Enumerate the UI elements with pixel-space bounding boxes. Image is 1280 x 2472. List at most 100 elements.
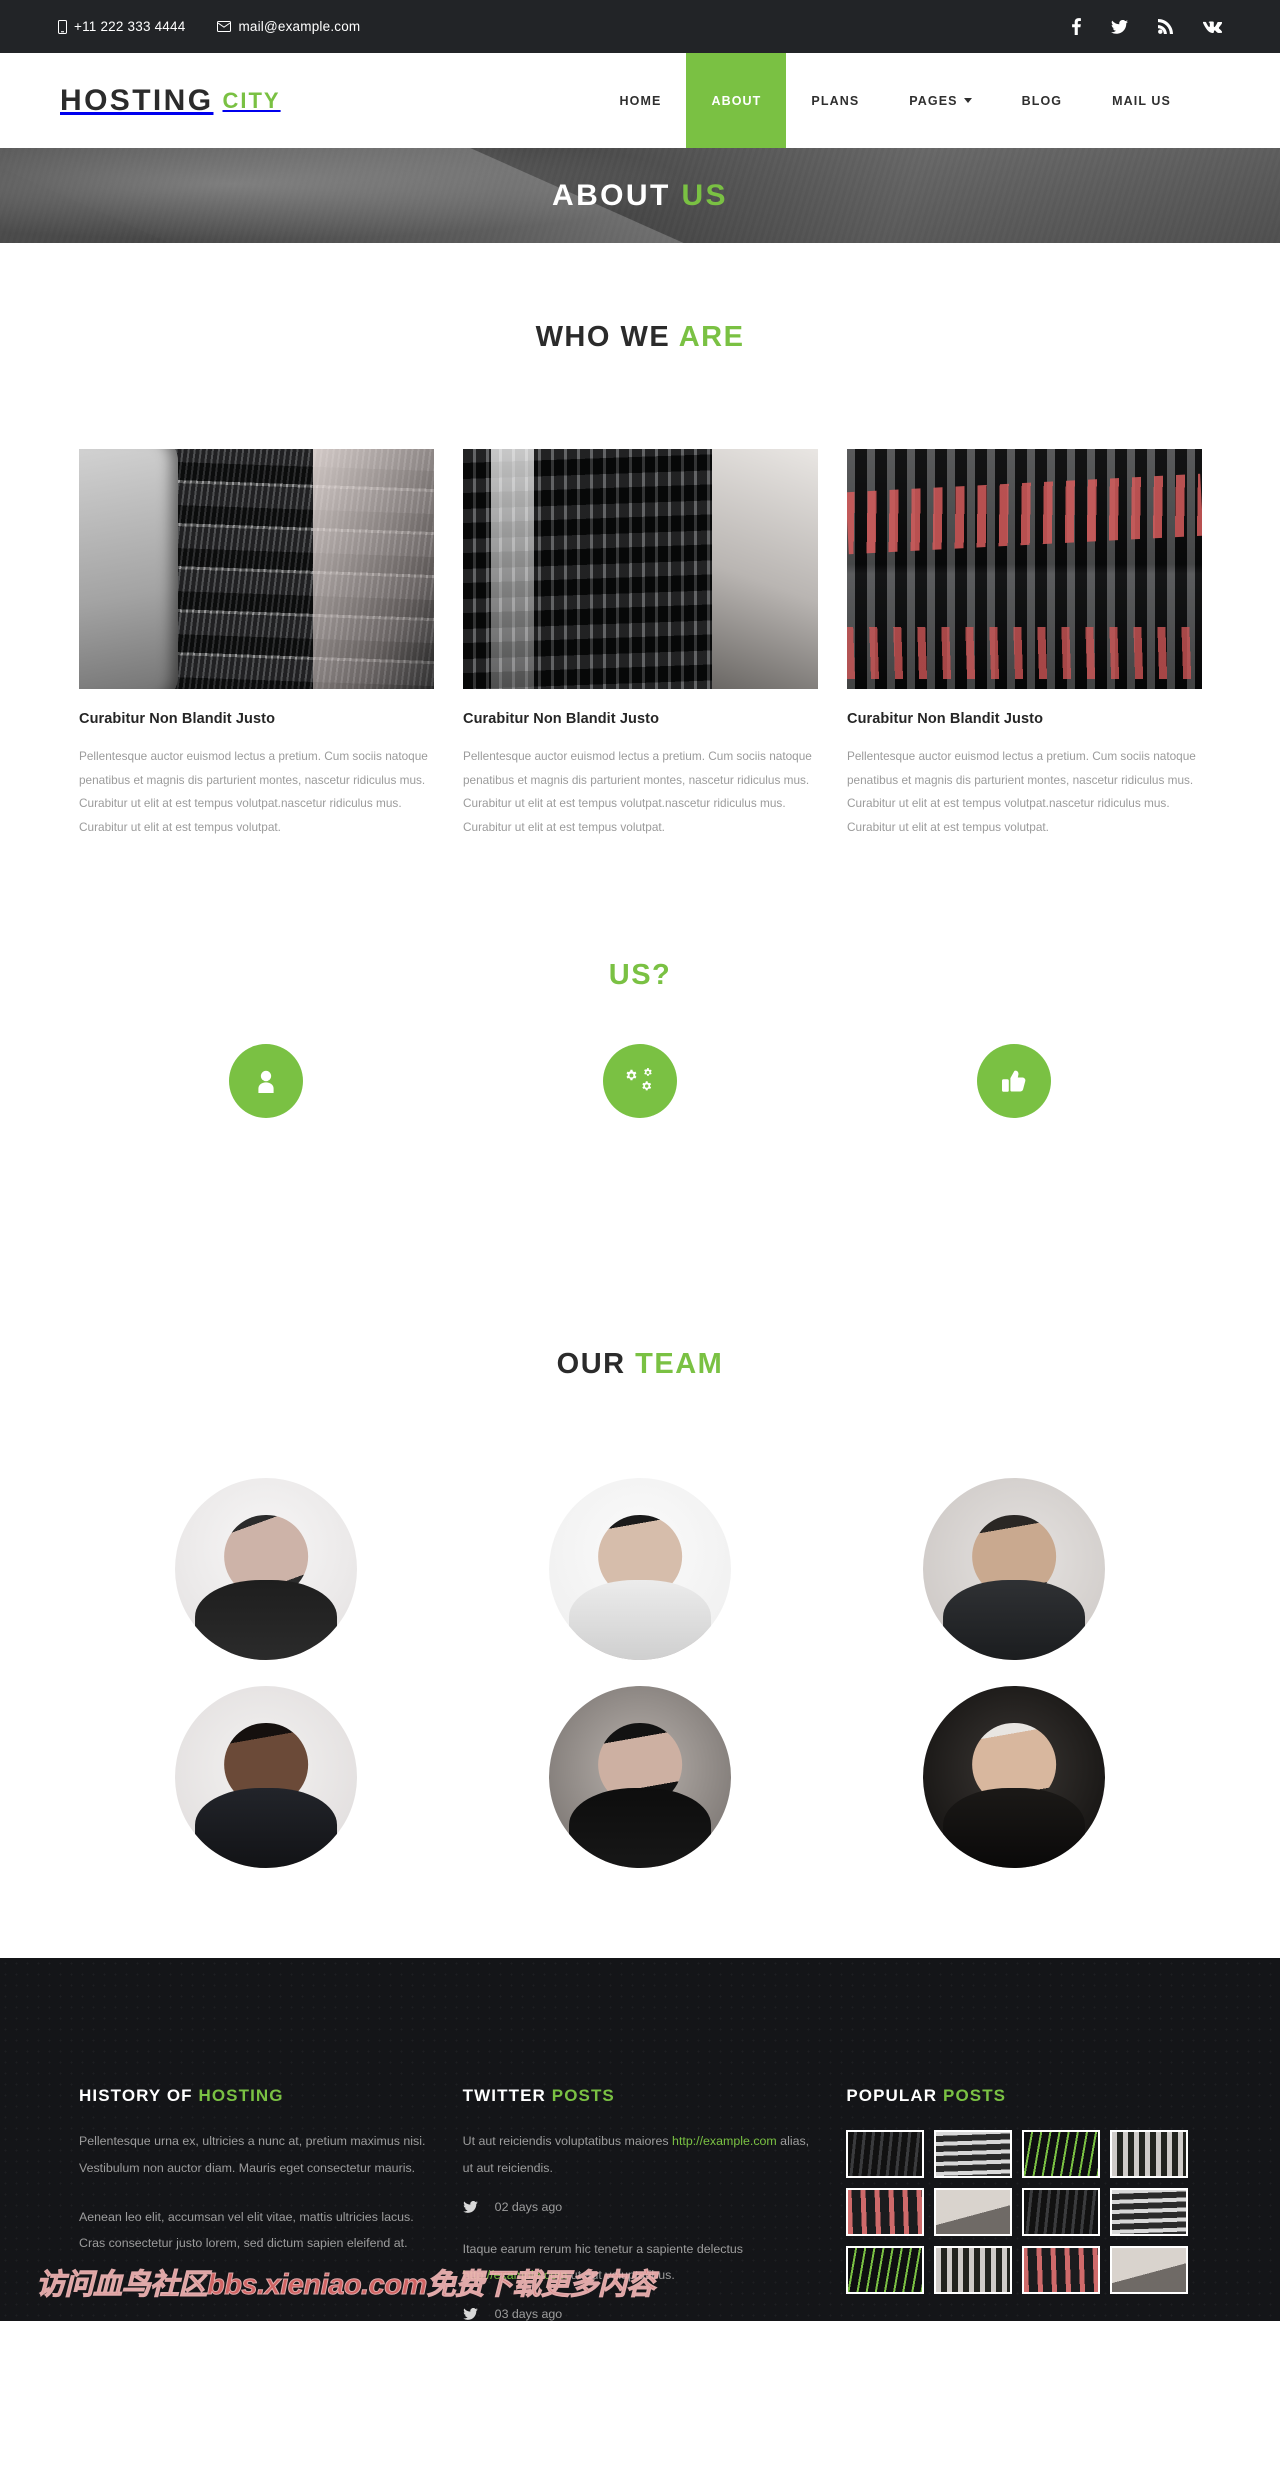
why-us-section: US? bbox=[0, 839, 1280, 1119]
team-member-4 bbox=[175, 1686, 357, 1869]
twitter-heading: TWITTER POSTS bbox=[463, 2086, 818, 2106]
popular-thumb[interactable] bbox=[1022, 2130, 1101, 2179]
card-text: Pellentesque auctor euismod lectus a pre… bbox=[463, 749, 812, 834]
cogs-icon bbox=[626, 1068, 654, 1094]
email-address: mail@example.com bbox=[238, 19, 361, 34]
nav-label: MAIL US bbox=[1112, 93, 1171, 108]
popular-thumb[interactable] bbox=[846, 2246, 925, 2295]
feature-item bbox=[827, 1044, 1201, 1119]
popular-thumb[interactable] bbox=[934, 2188, 1013, 2237]
our-team-section: OUR TEAM bbox=[0, 1118, 1280, 1869]
site-footer: HISTORY OF HOSTING Pellentesque urna ex,… bbox=[0, 1958, 1280, 2322]
why-us-heading: US? bbox=[0, 959, 1280, 992]
popular-thumb[interactable] bbox=[1022, 2188, 1101, 2237]
site-logo[interactable]: HOSTING CITY bbox=[0, 53, 281, 148]
rss-icon[interactable] bbox=[1158, 19, 1173, 34]
popular-thumb[interactable] bbox=[1110, 2130, 1189, 2179]
mobile-icon bbox=[58, 19, 67, 34]
phone-number: +11 222 333 4444 bbox=[74, 19, 186, 34]
info-card: Curabitur Non Blandit Justo Pellentesque… bbox=[847, 449, 1202, 839]
nav-item-home[interactable]: HOME bbox=[595, 53, 687, 148]
popular-thumb[interactable] bbox=[846, 2188, 925, 2237]
feature-item bbox=[79, 1044, 453, 1119]
nav-item-about[interactable]: ABOUT bbox=[686, 53, 787, 148]
thumbs-up-icon bbox=[1002, 1069, 1026, 1093]
feature-item bbox=[453, 1044, 827, 1119]
popular-thumb[interactable] bbox=[846, 2130, 925, 2179]
facebook-icon[interactable] bbox=[1072, 18, 1081, 35]
team-row bbox=[79, 1478, 1201, 1661]
heading-main: OUR bbox=[556, 1348, 626, 1381]
tweet-text-before: Itaque earum rerum hic tenetur a sapient… bbox=[462, 2241, 743, 2256]
watermark-text: 访问血鸟社区bbs.xieniao.com免费下载更多内容 bbox=[36, 2269, 656, 2302]
nav-item-blog[interactable]: BLOG bbox=[997, 53, 1088, 148]
nav-item-plans[interactable]: PLANS bbox=[786, 53, 884, 148]
avatar-body bbox=[943, 1788, 1085, 1869]
team-member[interactable] bbox=[827, 1478, 1201, 1661]
nav-item-mail-us[interactable]: MAIL US bbox=[1087, 53, 1196, 148]
vk-icon[interactable] bbox=[1203, 20, 1222, 33]
tweet-text-before: Ut aut reiciendis voluptatibus maiores bbox=[462, 2134, 673, 2149]
team-member[interactable] bbox=[453, 1686, 827, 1869]
feature-icon-circle[interactable] bbox=[977, 1044, 1051, 1119]
nav-label: ABOUT bbox=[711, 93, 762, 108]
card-text: Pellentesque auctor euismod lectus a pre… bbox=[847, 749, 1196, 834]
nav-label: PLANS bbox=[811, 93, 860, 108]
team-member[interactable] bbox=[79, 1478, 453, 1661]
network-cables-photo bbox=[847, 449, 1202, 689]
nav-menu: HOME ABOUT PLANS PAGES BLOG MAIL US bbox=[595, 53, 1280, 148]
popular-thumb[interactable] bbox=[934, 2246, 1013, 2295]
main-navigation: HOSTING CITY HOME ABOUT PLANS PAGES BLOG… bbox=[0, 53, 1280, 148]
popular-thumb[interactable] bbox=[934, 2130, 1013, 2179]
tweet-meta: 02 days ago bbox=[462, 2199, 818, 2214]
team-member-3 bbox=[923, 1478, 1105, 1661]
card-title: Curabitur Non Blandit Justo bbox=[79, 711, 276, 727]
popular-thumb[interactable] bbox=[1022, 2246, 1101, 2295]
tweet-link[interactable]: http://example.com bbox=[672, 2134, 777, 2148]
twitter-post: Ut aut reiciendis voluptatibus maiores h… bbox=[463, 2128, 818, 2181]
page-title-accent: US bbox=[681, 178, 728, 212]
avatar-body bbox=[195, 1580, 337, 1661]
twitter-icon bbox=[462, 2308, 478, 2320]
tweet-meta: 03 days ago bbox=[462, 2307, 818, 2322]
heading-accent: HOSTING bbox=[198, 2086, 284, 2106]
heading-main: HISTORY OF bbox=[79, 2086, 193, 2106]
page-title: ABOUT US bbox=[552, 179, 728, 213]
twitter-icon[interactable] bbox=[1111, 19, 1128, 34]
user-icon bbox=[255, 1069, 277, 1094]
heading-accent: POSTS bbox=[551, 2086, 615, 2106]
heading-accent: US? bbox=[608, 959, 672, 992]
who-we-are-cards: Curabitur Non Blandit Justo Pellentesque… bbox=[79, 449, 1202, 839]
popular-thumb[interactable] bbox=[1110, 2246, 1189, 2295]
who-we-are-section: WHO WE ARE Curabitur Non Blandit Justo P… bbox=[0, 243, 1280, 839]
nav-label: HOME bbox=[619, 93, 662, 108]
page-title-main: ABOUT bbox=[552, 178, 671, 212]
history-paragraph-2: Aenean leo elit, accumsan vel elit vitae… bbox=[79, 2209, 414, 2251]
team-member-6 bbox=[923, 1686, 1105, 1869]
tweet-time: 02 days ago bbox=[494, 2199, 563, 2214]
twitter-icon bbox=[462, 2200, 478, 2213]
avatar-body bbox=[195, 1788, 337, 1869]
card-title: Curabitur Non Blandit Justo bbox=[847, 711, 1044, 727]
avatar-body bbox=[569, 1580, 711, 1661]
nav-item-pages[interactable]: PAGES bbox=[884, 53, 996, 148]
phone-contact[interactable]: +11 222 333 4444 bbox=[58, 19, 185, 34]
data-center-photo bbox=[463, 449, 818, 689]
social-links bbox=[1072, 18, 1222, 35]
tweet-time: 03 days ago bbox=[494, 2307, 563, 2322]
heading-main: POPULAR bbox=[846, 2086, 938, 2106]
footer-popular-column: POPULAR POSTS bbox=[846, 2086, 1201, 2321]
team-member[interactable] bbox=[79, 1686, 453, 1869]
team-member[interactable] bbox=[827, 1686, 1201, 1869]
history-paragraph-1: Pellentesque urna ex, ultricies a nunc a… bbox=[79, 2134, 426, 2176]
feature-icon-circle[interactable] bbox=[229, 1044, 303, 1119]
info-card: Curabitur Non Blandit Justo Pellentesque… bbox=[463, 449, 818, 839]
email-contact[interactable]: mail@example.com bbox=[217, 19, 360, 34]
feature-icon-circle[interactable] bbox=[603, 1044, 677, 1119]
avatar-body bbox=[569, 1788, 711, 1869]
server-rack-photo bbox=[79, 449, 434, 689]
team-member[interactable] bbox=[453, 1478, 827, 1661]
heading-accent: TEAM bbox=[635, 1348, 724, 1381]
popular-thumb[interactable] bbox=[1110, 2188, 1189, 2237]
chevron-down-icon bbox=[963, 98, 972, 103]
